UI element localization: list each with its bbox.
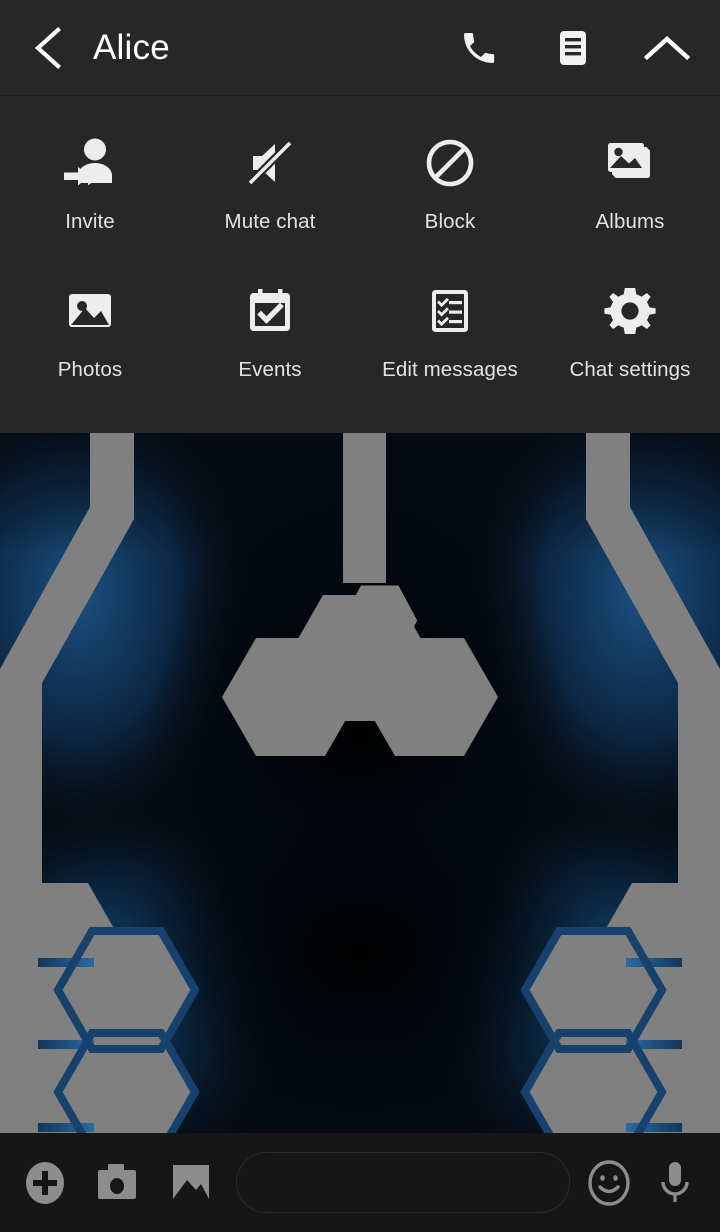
gear-icon <box>599 280 661 342</box>
panel-row-1: Invite Mute chat Block Albums <box>0 118 720 266</box>
panel-row-2: Photos Events Edit messages Chat setting… <box>0 266 720 414</box>
action-label: Photos <box>57 358 123 381</box>
microphone-icon <box>661 1161 689 1202</box>
plus-circle-icon <box>26 1161 64 1204</box>
action-edit-messages[interactable]: Edit messages <box>360 266 540 414</box>
action-mute-chat[interactable]: Mute chat <box>180 118 360 266</box>
camera-button[interactable] <box>90 1154 148 1212</box>
call-button[interactable] <box>448 17 510 79</box>
action-label: Chat settings <box>569 358 691 381</box>
speaker-mute-icon <box>239 132 301 194</box>
action-chat-settings[interactable]: Chat settings <box>540 266 720 414</box>
header-actions <box>448 17 698 79</box>
chat-wallpaper <box>0 433 720 1133</box>
wp-center-bar <box>343 433 386 583</box>
camera-icon <box>98 1163 136 1199</box>
chat-actions-panel: Invite Mute chat Block Albums Photos Eve… <box>0 96 720 433</box>
action-label: Block <box>424 210 476 233</box>
phone-icon <box>464 32 495 63</box>
calendar-check-icon <box>239 280 301 342</box>
action-label: Invite <box>65 210 115 233</box>
photo-icon <box>59 280 121 342</box>
page-title: Alice <box>93 27 170 67</box>
wp-line-l3 <box>38 1123 94 1132</box>
image-icon <box>173 1164 209 1199</box>
chevron-up-icon <box>643 35 691 60</box>
action-label: Mute chat <box>224 210 316 233</box>
emoji-button[interactable] <box>580 1154 638 1212</box>
message-input[interactable] <box>259 1170 547 1195</box>
message-input-field[interactable] <box>236 1152 570 1213</box>
action-block[interactable]: Block <box>360 118 540 266</box>
smiley-icon <box>588 1159 630 1206</box>
action-invite[interactable]: Invite <box>0 118 180 266</box>
albums-icon <box>599 132 661 194</box>
gallery-button[interactable] <box>164 1154 222 1212</box>
collapse-panel-button[interactable] <box>636 17 698 79</box>
action-label: Edit messages <box>382 358 518 381</box>
action-albums[interactable]: Albums <box>540 118 720 266</box>
message-composer-bar <box>0 1133 720 1232</box>
block-icon <box>419 132 481 194</box>
chat-header: Alice <box>0 0 720 96</box>
notes-button[interactable] <box>542 17 604 79</box>
add-attachment-button[interactable] <box>16 1154 74 1212</box>
action-photos[interactable]: Photos <box>0 266 180 414</box>
wallpaper-graphic <box>0 433 720 1133</box>
chevron-left-icon <box>34 26 61 69</box>
action-label: Albums <box>595 210 665 233</box>
wp-line-r1 <box>626 958 682 967</box>
wp-line-l1 <box>38 958 94 967</box>
voice-message-button[interactable] <box>646 1154 704 1212</box>
list-document-icon <box>560 30 586 65</box>
wp-line-r3 <box>626 1123 682 1132</box>
checklist-icon <box>419 280 481 342</box>
chat-screen: Alice Invite Mute chat Block Albums Phot… <box>0 0 720 1232</box>
add-person-icon <box>59 132 121 194</box>
action-label: Events <box>238 358 302 381</box>
action-events[interactable]: Events <box>180 266 360 414</box>
back-button[interactable] <box>20 21 74 75</box>
